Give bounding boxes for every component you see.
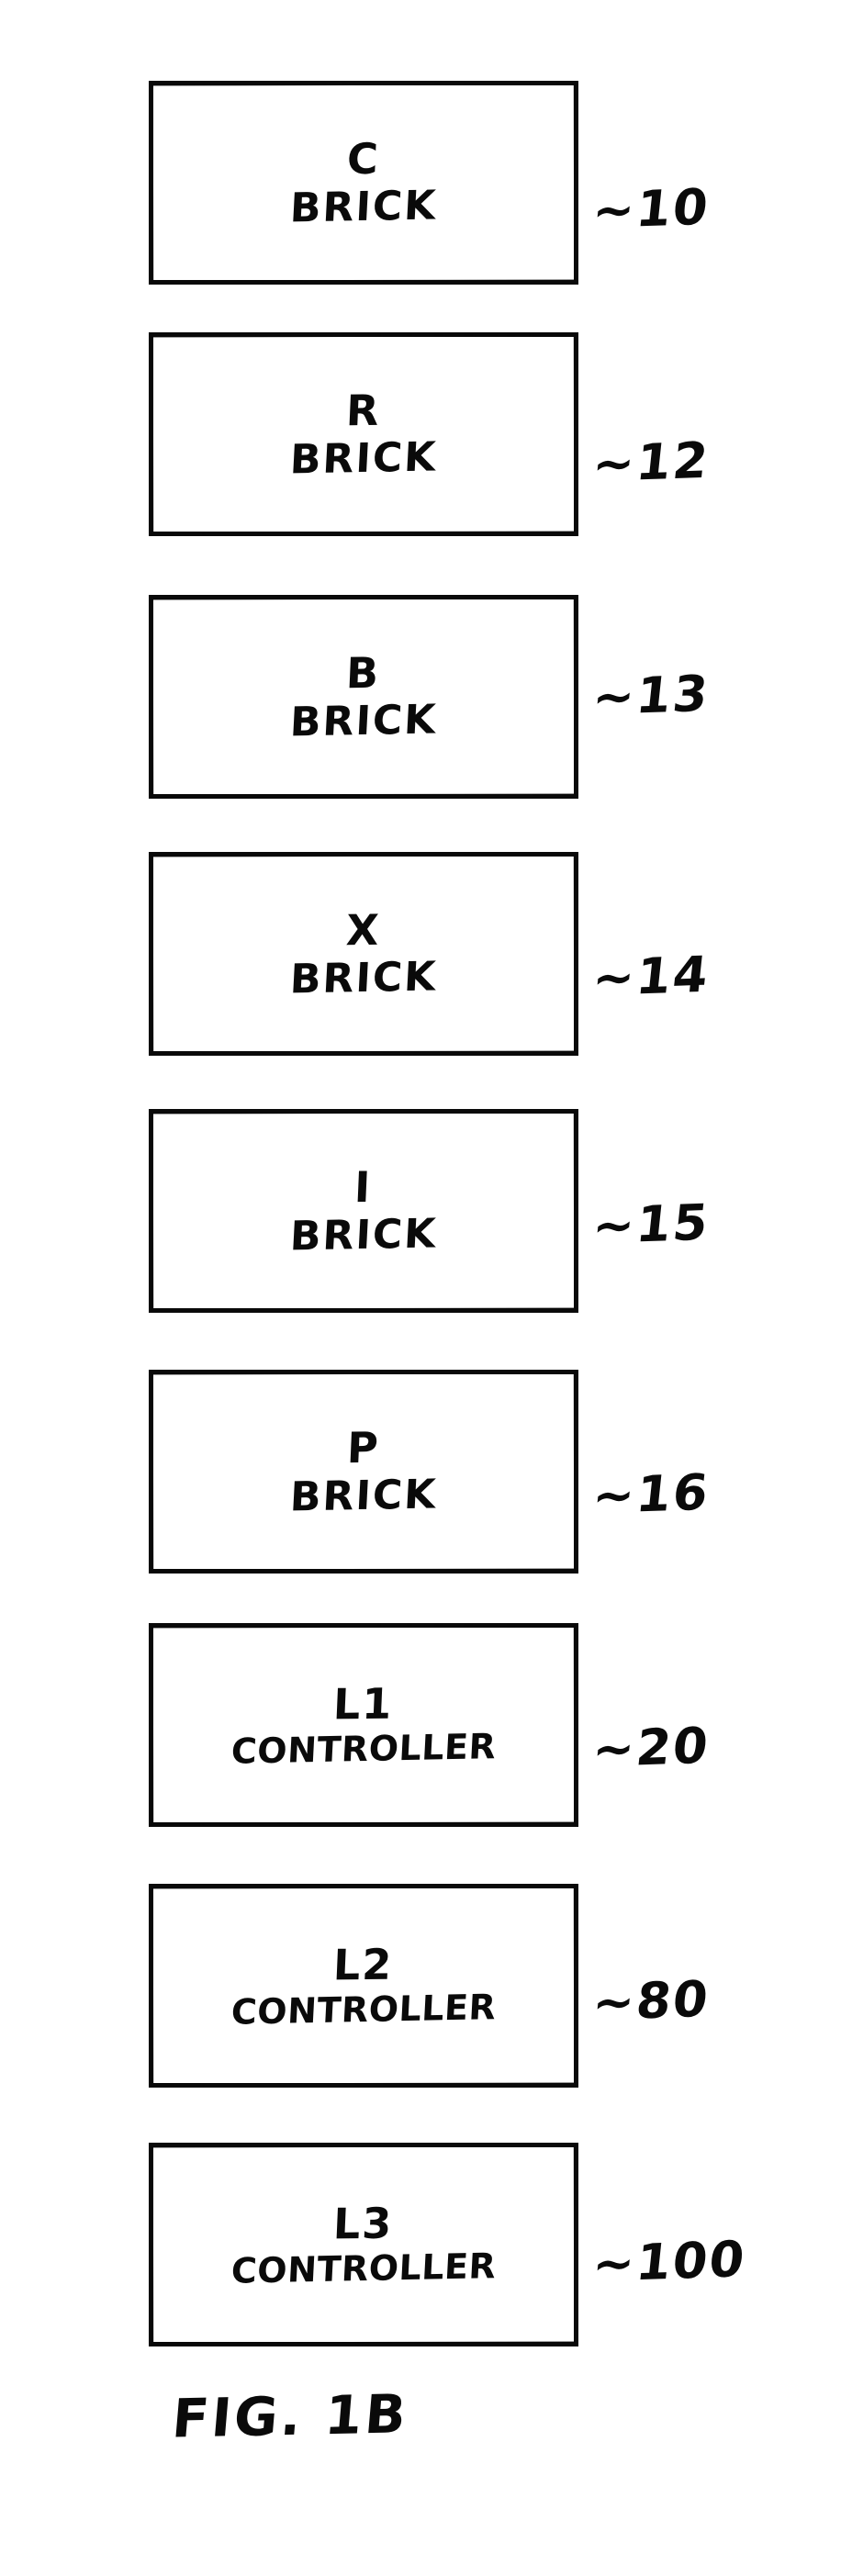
block-label-secondary: BRICK	[288, 1210, 439, 1260]
block-label-secondary: BRICK	[288, 1471, 439, 1521]
block-label-primary: P	[346, 1422, 382, 1473]
block-box-b-brick[interactable]: B BRICK	[149, 595, 578, 799]
block-label-primary: X	[345, 904, 382, 955]
block-label-secondary: BRICK	[288, 696, 439, 746]
block-box-c-brick[interactable]: C BRICK	[149, 81, 578, 285]
block-label-primary: L1	[332, 1678, 395, 1730]
reference-numeral-x-brick: ~14	[589, 945, 713, 1008]
reference-numeral-b-brick: ~13	[589, 664, 713, 727]
block-box-l2-controller[interactable]: L2 CONTROLLER	[149, 1884, 578, 2088]
figure-caption: FIG. 1B	[169, 2382, 411, 2450]
reference-numeral-i-brick: ~15	[589, 1193, 713, 1256]
block-label-primary: L2	[332, 1939, 395, 1990]
block-box-l3-controller[interactable]: L3 CONTROLLER	[149, 2143, 578, 2346]
reference-numeral-r-brick: ~12	[589, 431, 713, 494]
block-label-secondary: BRICK	[288, 953, 439, 1003]
reference-numeral-l2-controller: ~80	[589, 1969, 713, 2033]
block-label-secondary: CONTROLLER	[230, 2246, 498, 2291]
block-box-i-brick[interactable]: I BRICK	[149, 1109, 578, 1313]
block-label-secondary: BRICK	[288, 433, 439, 484]
block-box-x-brick[interactable]: X BRICK	[149, 852, 578, 1056]
block-label-secondary: CONTROLLER	[230, 1726, 498, 1772]
patent-figure-sheet: C BRICK ~10 R BRICK ~12 B BRICK ~13 X BRICK ~14 I BRI…	[0, 0, 852, 2576]
block-label-primary: R	[345, 385, 382, 435]
block-label-primary: I	[353, 1161, 374, 1212]
reference-numeral-c-brick: ~10	[589, 177, 713, 241]
block-label-secondary: BRICK	[288, 182, 439, 232]
block-box-p-brick[interactable]: P BRICK	[149, 1370, 578, 1574]
block-label-primary: B	[345, 647, 382, 698]
reference-numeral-l3-controller: ~100	[589, 2230, 749, 2293]
block-box-l1-controller[interactable]: L1 CONTROLLER	[149, 1623, 578, 1827]
reference-numeral-l1-controller: ~20	[589, 1716, 713, 1779]
block-label-primary: L3	[332, 2198, 395, 2249]
block-box-r-brick[interactable]: R BRICK	[149, 332, 578, 536]
block-label-secondary: CONTROLLER	[230, 1987, 498, 2033]
reference-numeral-p-brick: ~16	[589, 1462, 713, 1526]
block-label-primary: C	[345, 133, 382, 184]
